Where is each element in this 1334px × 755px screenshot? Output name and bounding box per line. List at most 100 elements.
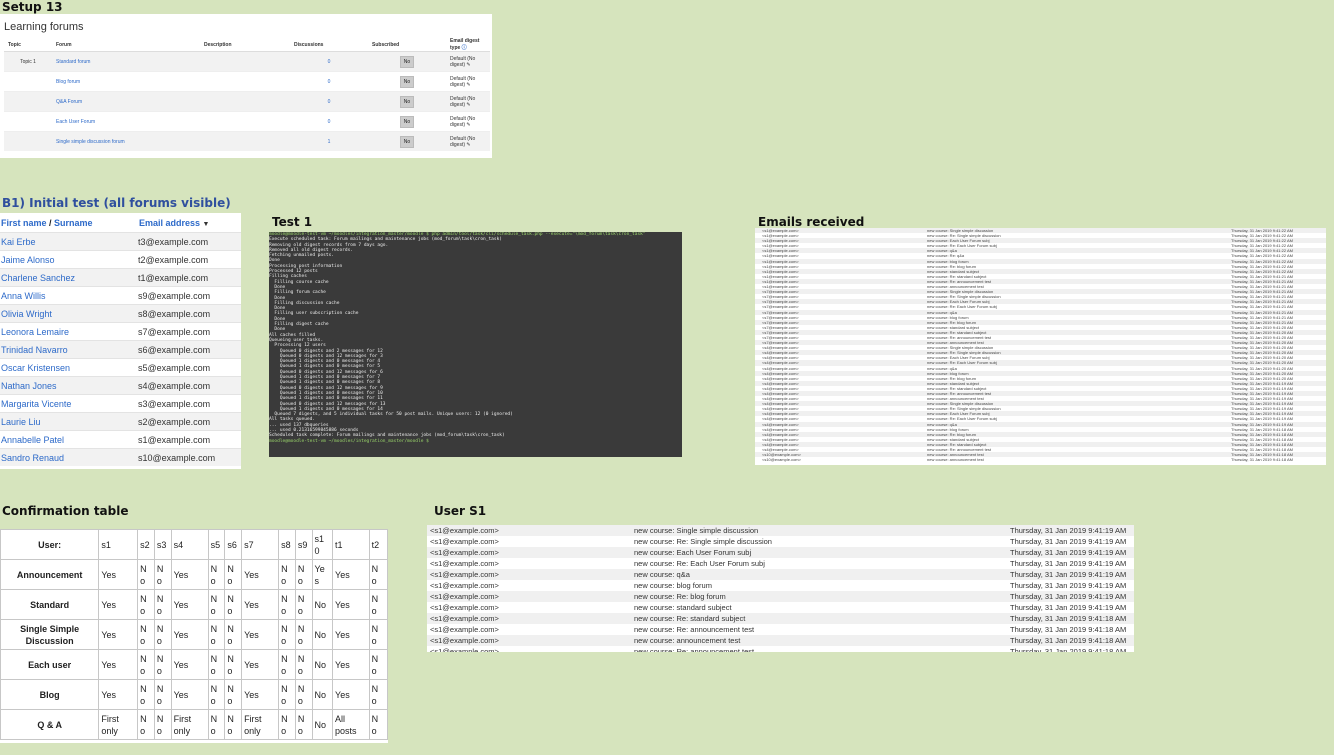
email-row[interactable]: <s1@example.com> new course: Re: Each Use… <box>427 558 1134 569</box>
discussions-link[interactable]: 0 <box>328 59 331 65</box>
terminal-window: moodle@moodle-test-vm ~/moodles/integrat… <box>269 232 682 457</box>
digest-value: Default (No digest) <box>450 115 476 128</box>
email-header[interactable]: Email address ▼ <box>138 213 241 233</box>
result-cell: No <box>311 709 334 740</box>
participant-email: s5@example.com <box>138 358 241 377</box>
participant-name-link[interactable]: Nathan Jones <box>0 376 138 395</box>
participant-name-link[interactable]: Jaime Alonso <box>0 250 138 269</box>
col-email-digest: Email digest type ⓘ <box>446 38 490 52</box>
help-icon[interactable]: ⓘ <box>462 45 467 51</box>
email-row[interactable]: <s1@example.com> new course: Each User Fo… <box>427 547 1134 558</box>
discussions-link[interactable]: 0 <box>328 99 331 105</box>
participant-name-link[interactable]: Trinidad Navarro <box>0 340 138 359</box>
header-separator: / <box>46 217 55 228</box>
participant-name-link[interactable]: Anna Willis <box>0 286 138 305</box>
result-cell: Yes <box>332 559 370 590</box>
forum-row: Blog forum 0 No Default (No digest) ✎ <box>4 71 490 92</box>
result-cell: First only <box>170 709 209 740</box>
participant-email: s9@example.com <box>138 286 241 305</box>
digest-value: Default (No digest) <box>450 135 476 148</box>
forum-type-label: Each user <box>0 649 100 680</box>
discussions-link[interactable]: 0 <box>328 79 331 85</box>
forum-row: Q&A Forum 0 No Default (No digest) ✎ <box>4 91 490 112</box>
email-subject: new course: blog forum <box>634 581 712 590</box>
sort-first-name[interactable]: First name <box>1 218 47 228</box>
email-row[interactable]: <s1@example.com> new course: Re: announce… <box>427 624 1134 635</box>
result-cell: N o <box>294 709 313 740</box>
participant-name-link[interactable]: Laurie Liu <box>0 412 138 431</box>
email-row[interactable]: <s1@example.com> new course: standard sub… <box>427 602 1134 613</box>
email-row[interactable]: <s1@example.com> new course: Re: standard… <box>427 613 1134 624</box>
result-cell: Yes <box>241 649 280 680</box>
subscribe-toggle-button[interactable]: No <box>399 135 415 148</box>
user-column-header: s4 <box>170 529 209 560</box>
result-cell: N o <box>294 559 313 590</box>
result-cell: Yes <box>170 559 209 590</box>
participant-name-link[interactable]: Sandro Renaud <box>0 448 138 466</box>
edit-pencil-icon[interactable]: ✎ <box>465 102 470 108</box>
participant-name-link[interactable]: Charlene Sanchez <box>0 268 138 287</box>
result-cell: N o <box>368 649 389 680</box>
discussions-cell: 0 <box>290 51 368 72</box>
email-date: Thursday, 31 Jan 2019 9:41:18 AM <box>1010 636 1127 645</box>
participant-name-link[interactable]: Annabelle Patel <box>0 430 138 449</box>
subscribed-cell: No <box>368 111 446 132</box>
result-cell: N o <box>153 589 172 620</box>
user-column-header: s6 <box>224 529 243 560</box>
edit-pencil-icon[interactable]: ✎ <box>465 82 470 88</box>
subscribe-toggle-button[interactable]: No <box>399 115 415 128</box>
result-cell: First only <box>241 709 280 740</box>
forum-link[interactable]: Blog forum <box>56 79 80 85</box>
result-cell: N o <box>137 619 155 650</box>
result-cell: Yes <box>332 619 370 650</box>
email-row[interactable]: <s1@example.com> new course: Single simpl… <box>427 525 1134 536</box>
edit-pencil-icon[interactable]: ✎ <box>465 142 470 148</box>
participant-name-link[interactable]: Oscar Kristensen <box>0 358 138 377</box>
email-row[interactable]: <s1@example.com> new course: Re: announce… <box>427 646 1134 652</box>
edit-pencil-icon[interactable]: ✎ <box>465 62 470 68</box>
subscribe-toggle-button[interactable]: No <box>399 95 415 108</box>
forum-link[interactable]: Standard forum <box>56 59 90 65</box>
email-row[interactable]: <s10@example.com> new course: announcemen… <box>755 457 1326 462</box>
result-cell: N o <box>153 679 172 710</box>
email-row[interactable]: <s1@example.com> new course: Re: Single s… <box>427 536 1134 547</box>
result-cell: N o <box>224 589 243 620</box>
col-topic: Topic <box>4 38 52 52</box>
participants-table: First name / Surname Email address ▼ Kai… <box>0 213 241 466</box>
forums-table: Topic Forum Description Discussions Subs… <box>4 38 490 151</box>
email-date: Thursday, 31 Jan 2019 9:41:18 AM <box>1231 457 1293 463</box>
col-subscribed: Subscribed <box>368 38 446 52</box>
result-cell: Yes <box>170 649 209 680</box>
subscribe-toggle-button[interactable]: No <box>399 75 415 88</box>
email-row[interactable]: <s1@example.com> new course: Re: blog for… <box>427 591 1134 602</box>
forum-link[interactable]: Single simple discussion forum <box>56 139 125 145</box>
result-cell: N o <box>278 619 296 650</box>
participant-name-link[interactable]: Olivia Wright <box>0 304 138 323</box>
participant-name-link[interactable]: Margarita Vicente <box>0 394 138 413</box>
email-row[interactable]: <s1@example.com> new course: blog forum Th… <box>427 580 1134 591</box>
email-row[interactable]: <s1@example.com> new course: announcement… <box>427 635 1134 646</box>
forum-link[interactable]: Q&A Forum <box>56 99 82 105</box>
sort-surname[interactable]: Surname <box>54 218 93 228</box>
discussions-link[interactable]: 1 <box>328 139 331 145</box>
edit-pencil-icon[interactable]: ✎ <box>465 122 470 128</box>
participant-name-link[interactable]: Kai Erbe <box>0 232 138 251</box>
digest-value: Default (No digest) <box>450 95 476 108</box>
email-from: <s1@example.com> <box>430 647 499 652</box>
subscribed-cell: No <box>368 51 446 72</box>
subscribe-toggle-button[interactable]: No <box>399 55 415 68</box>
participant-email: t2@example.com <box>138 250 241 269</box>
email-subject: new course: Re: blog forum <box>634 592 726 601</box>
confirmation-row: Q & A First only N oN o First only N oN o Fir… <box>0 709 389 740</box>
email-date: Thursday, 31 Jan 2019 9:41:19 AM <box>1010 570 1127 579</box>
description-cell <box>200 51 290 72</box>
result-cell: Yes <box>98 649 139 680</box>
confirmation-row: Announcement Yes N oN o Yes N oN o Yes N oN oY… <box>0 559 389 590</box>
discussions-link[interactable]: 0 <box>328 119 331 125</box>
participant-name-link[interactable]: Leonora Lemaire <box>0 322 138 341</box>
sort-desc-icon: ▼ <box>202 220 210 228</box>
email-row[interactable]: <s1@example.com> new course: q&a Thursday,… <box>427 569 1134 580</box>
forum-link[interactable]: Each User Forum <box>56 119 95 125</box>
result-cell: Yes <box>170 589 209 620</box>
digest-cell: Default (No digest) ✎ <box>446 131 490 151</box>
